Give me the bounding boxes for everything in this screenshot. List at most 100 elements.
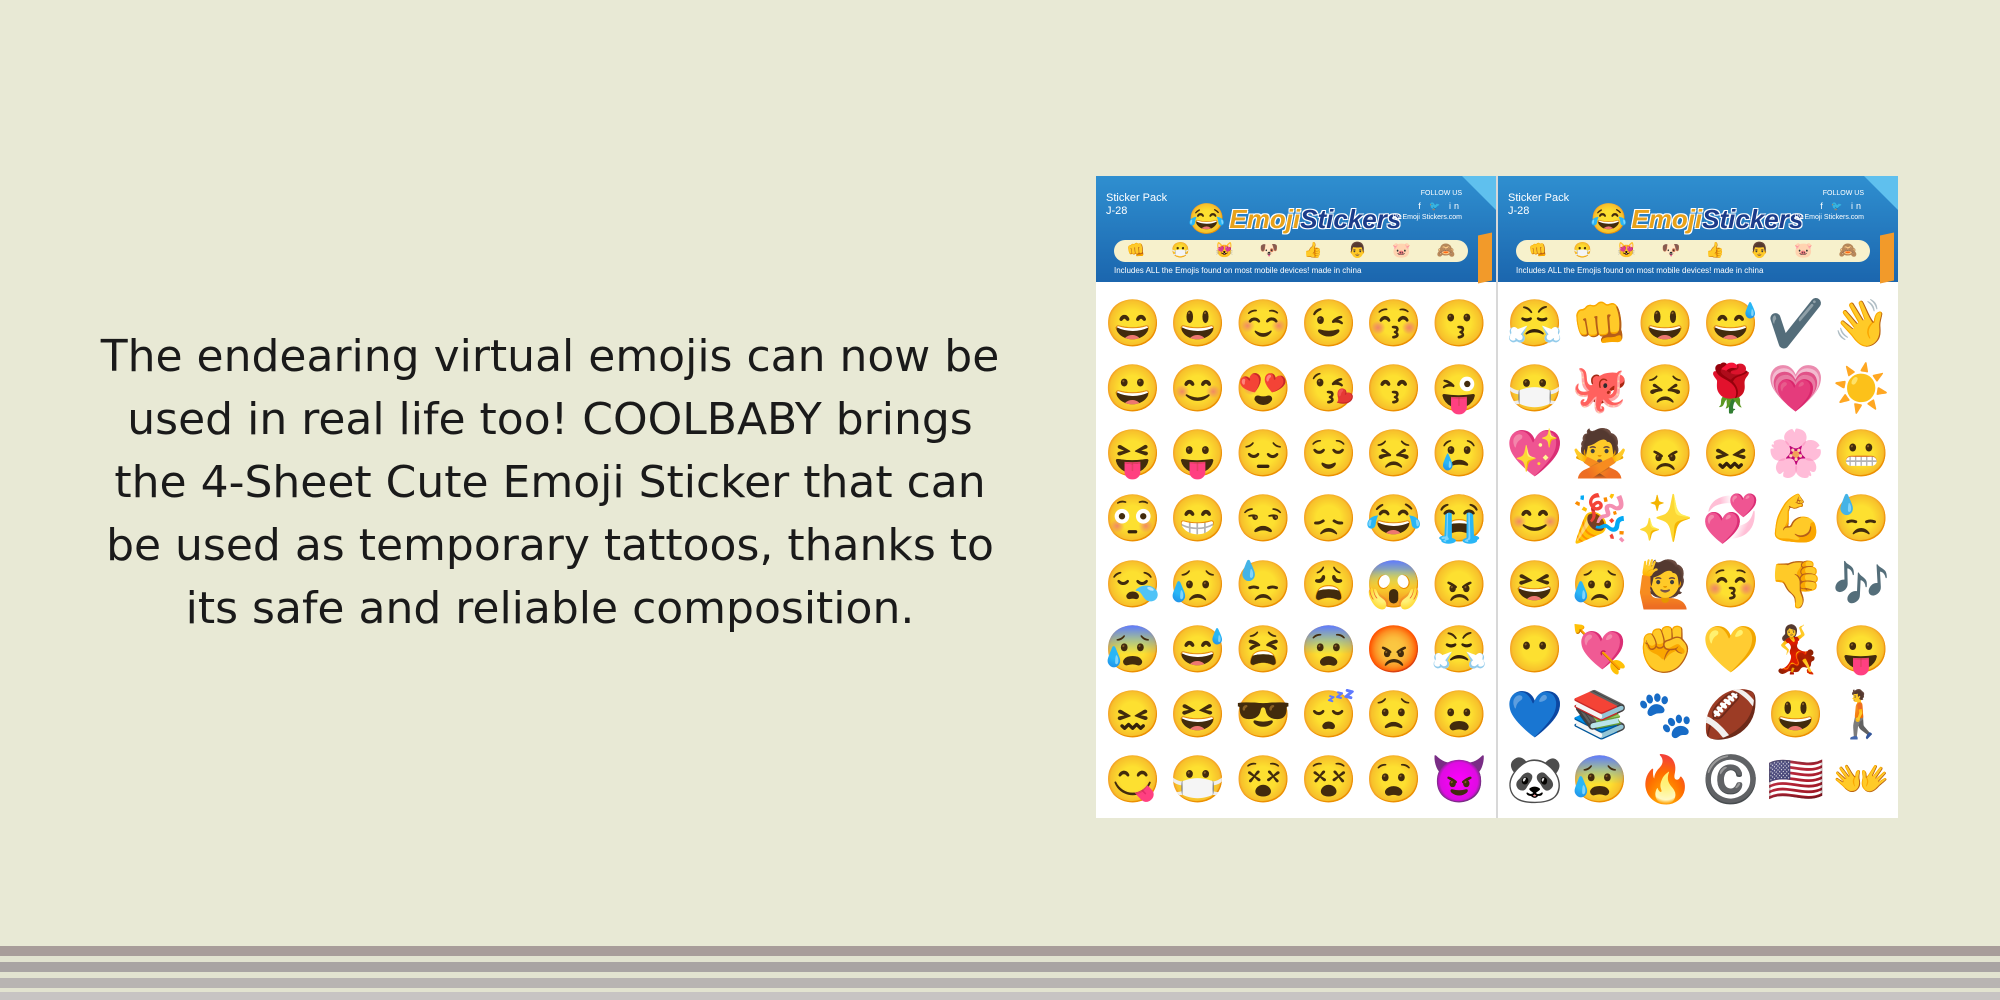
emoji-sticker-icon: 👊 <box>1571 296 1629 349</box>
emoji-sticker-product-image: Sticker Pack J-28 😂 EmojiStickers FOLLOW… <box>1096 176 1898 818</box>
emoji-sticker-icon: 😤 <box>1506 296 1564 349</box>
strip-emoji-icon: 👍 <box>1303 242 1323 259</box>
emoji-sticker-icon: 😜 <box>1430 361 1488 414</box>
emoji-sticker-icon: 🙅 <box>1571 427 1629 480</box>
emoji-sticker-icon: 😅 <box>1702 296 1760 349</box>
emoji-sticker-icon: 😓 <box>1234 557 1292 610</box>
notice-text: Includes ALL the Emojis found on most mo… <box>1516 266 1764 275</box>
emoji-sticker-icon: 😤 <box>1430 622 1488 675</box>
emoji-sticker-icon: ✊ <box>1636 622 1694 675</box>
strip-emoji-icon: 🐶 <box>1661 242 1681 259</box>
emoji-sticker-icon: 💙 <box>1506 688 1564 741</box>
emoji-sticker-icon: 😵 <box>1300 753 1358 806</box>
emoji-sticker-icon: 😃 <box>1767 688 1825 741</box>
emoji-sticker-icon: 😩 <box>1300 557 1358 610</box>
emoji-grid: 😄 😃 ☺️ 😉 😚 😗 😀 😊 😍 😘 😙 😜 😝 😛 😔 😌 😣 😢 😳 😁 😒 😞 😂 😭 😪 😥 😓 😩 😱 😠 😰 😅 😫 😨 😡 😤 😖 😆 😎… <box>1096 282 1496 818</box>
emoji-sticker-icon: 😈 <box>1430 753 1488 806</box>
emoji-sticker-icon: ☀️ <box>1832 361 1890 414</box>
emoji-sticker-icon: 😥 <box>1571 557 1629 610</box>
notice-text: Includes ALL the Emojis found on most mo… <box>1114 266 1362 275</box>
emoji-sticker-icon: 💛 <box>1702 622 1760 675</box>
strip-emoji-icon: 🙈 <box>1838 242 1858 259</box>
emoji-sticker-icon: 😠 <box>1430 557 1488 610</box>
stripe <box>0 946 2000 956</box>
emoji-sticker-icon: 😢 <box>1430 427 1488 480</box>
emoji-sticker-icon: 💃 <box>1767 622 1825 675</box>
emoji-sticker-icon: 🏈 <box>1702 688 1760 741</box>
emoji-sticker-icon: 😒 <box>1234 492 1292 545</box>
emoji-sticker-icon: 😦 <box>1430 688 1488 741</box>
product-description: The endearing virtual emojis can now be … <box>100 331 1000 634</box>
emoji-sticker-icon: 😖 <box>1104 688 1162 741</box>
emoji-sticker-icon: 😃 <box>1636 296 1694 349</box>
side-tab <box>1478 232 1492 284</box>
brand-name: EmojiStickers <box>1631 204 1804 234</box>
emoji-sticker-icon: 😋 <box>1104 753 1162 806</box>
strip-emoji-icon: 😷 <box>1171 242 1190 259</box>
pack-label: Sticker Pack J-28 <box>1106 192 1168 217</box>
emoji-sticker-icon: 🙋 <box>1636 557 1694 610</box>
stripe <box>0 962 2000 972</box>
emoji-sticker-icon: ✨ <box>1636 492 1694 545</box>
emoji-sticker-icon: 😎 <box>1234 688 1292 741</box>
emoji-sticker-icon: ©️ <box>1702 753 1760 806</box>
emoji-sticker-icon: 😨 <box>1300 622 1358 675</box>
emoji-sticker-icon: 😡 <box>1365 622 1423 675</box>
emoji-sticker-icon: 😁 <box>1169 492 1227 545</box>
emoji-sticker-icon: 🌸 <box>1767 427 1825 480</box>
emoji-sticker-icon: 😭 <box>1430 492 1488 545</box>
strip-emoji-icon: 🐶 <box>1259 242 1279 259</box>
emoji-sticker-icon: 😰 <box>1571 753 1629 806</box>
emoji-sticker-icon: 😞 <box>1300 492 1358 545</box>
emoji-sticker-icon: 👋 <box>1832 296 1890 349</box>
emoji-sticker-icon: 😃 <box>1169 296 1227 349</box>
decorative-stripes <box>0 946 2000 1000</box>
emoji-sticker-icon: 😪 <box>1104 557 1162 610</box>
sheet-header: Sticker Pack J-28 😂 EmojiStickers FOLLOW… <box>1096 176 1496 284</box>
emoji-sticker-icon: 😟 <box>1365 688 1423 741</box>
emoji-sticker-icon: 🔥 <box>1636 753 1694 806</box>
emoji-sticker-icon: 😣 <box>1636 361 1694 414</box>
emoji-sticker-icon: 💪 <box>1767 492 1825 545</box>
emoji-sticker-icon: 😌 <box>1300 427 1358 480</box>
follow-us: FOLLOW US f 🐦 in By Emoji Stickers.com <box>1392 190 1462 221</box>
emoji-sticker-icon: 🎶 <box>1832 557 1890 610</box>
emoji-sticker-icon: ✔️ <box>1767 296 1825 349</box>
emoji-sticker-icon: 😘 <box>1300 361 1358 414</box>
follow-us: FOLLOW US f 🐦 in By Emoji Stickers.com <box>1794 190 1864 221</box>
brand-logo: 😂 EmojiStickers <box>1590 204 1803 235</box>
emoji-sticker-icon: 😚 <box>1365 296 1423 349</box>
emoji-sticker-icon: 😄 <box>1104 296 1162 349</box>
social-icons: f 🐦 in <box>1820 201 1864 211</box>
strip-emoji-icon: 👊 <box>1528 242 1548 259</box>
emoji-sticker-icon: 😆 <box>1506 557 1564 610</box>
laughing-emoji-icon: 😂 <box>1590 202 1628 236</box>
emoji-sticker-icon: 👐 <box>1832 753 1890 806</box>
strip-emoji-icon: 👨 <box>1750 242 1769 259</box>
emoji-sticker-icon: 😫 <box>1234 622 1292 675</box>
emoji-sticker-icon: 😷 <box>1506 361 1564 414</box>
corner-badge <box>1864 176 1898 210</box>
emoji-sticker-icon: 🌹 <box>1702 361 1760 414</box>
emoji-grid: 😤 👊 😃 😅 ✔️ 👋 😷 🐙 😣 🌹 💗 ☀️ 💖 🙅 😠 😖 🌸 😬 😊 🎉 ✨ 💞 💪 😓 😆 😥 🙋 😚 👎 🎶 😶 💘 ✊ 💛 💃 😛 💙 📚… <box>1498 282 1898 818</box>
strip-emoji-icon: 😻 <box>1617 242 1636 259</box>
emoji-sticker-icon: 😍 <box>1234 361 1292 414</box>
emoji-sticker-icon: 😀 <box>1104 361 1162 414</box>
emoji-sticker-icon: 🚶 <box>1832 688 1890 741</box>
emoji-sticker-icon: 😉 <box>1300 296 1358 349</box>
emoji-sticker-icon: 🐾 <box>1636 688 1694 741</box>
emoji-sticker-icon: 😙 <box>1365 361 1423 414</box>
strip-emoji-icon: 👊 <box>1126 242 1146 259</box>
emoji-sticker-icon: 🐙 <box>1571 361 1629 414</box>
emoji-sticker-icon: 😳 <box>1104 492 1162 545</box>
emoji-sticker-icon: 📚 <box>1571 688 1629 741</box>
emoji-sticker-icon: 😂 <box>1365 492 1423 545</box>
social-icons: f 🐦 in <box>1418 201 1462 211</box>
emoji-sticker-icon: 💞 <box>1702 492 1760 545</box>
emoji-sticker-icon: 😅 <box>1169 622 1227 675</box>
emoji-sticker-icon: 😗 <box>1430 296 1488 349</box>
stripe <box>0 992 2000 1000</box>
stripe <box>0 978 2000 988</box>
emoji-sticker-icon: 😣 <box>1365 427 1423 480</box>
strip-emoji-icon: 🐷 <box>1392 242 1411 259</box>
